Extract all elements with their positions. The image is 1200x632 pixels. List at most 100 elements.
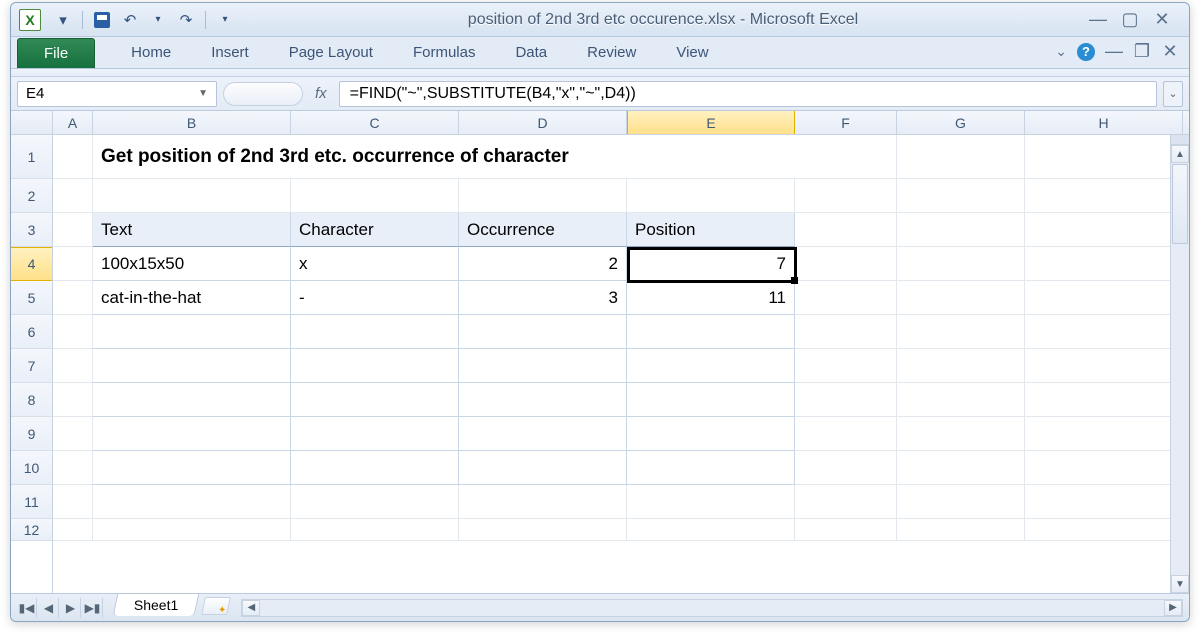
cell[interactable] bbox=[897, 485, 1025, 519]
split-handle[interactable] bbox=[1171, 135, 1189, 145]
cell[interactable] bbox=[459, 315, 627, 349]
cell[interactable] bbox=[897, 383, 1025, 417]
cell[interactable] bbox=[897, 417, 1025, 451]
vertical-scrollbar[interactable]: ▲ ▼ bbox=[1170, 135, 1189, 593]
undo-dropdown-icon[interactable]: ▾ bbox=[146, 8, 170, 32]
row-header-6[interactable]: 6 bbox=[11, 315, 52, 349]
fx-icon[interactable]: fx bbox=[309, 85, 333, 102]
cell[interactable] bbox=[93, 383, 291, 417]
cell[interactable] bbox=[459, 349, 627, 383]
help-icon[interactable]: ? bbox=[1077, 43, 1095, 61]
cell[interactable] bbox=[1025, 281, 1183, 315]
horizontal-scrollbar[interactable]: ◀ ▶ bbox=[241, 599, 1183, 617]
cell[interactable] bbox=[53, 383, 93, 417]
cell[interactable] bbox=[1025, 519, 1183, 541]
cell[interactable] bbox=[1025, 179, 1183, 213]
tab-file[interactable]: File bbox=[17, 38, 95, 68]
tab-view[interactable]: View bbox=[656, 38, 728, 68]
cell-char[interactable]: x bbox=[291, 247, 459, 281]
cell[interactable] bbox=[459, 417, 627, 451]
excel-logo[interactable]: X bbox=[19, 9, 41, 31]
col-header-F[interactable]: F bbox=[795, 111, 897, 134]
cell[interactable] bbox=[627, 519, 795, 541]
tab-data[interactable]: Data bbox=[495, 38, 567, 68]
row-header-10[interactable]: 10 bbox=[11, 451, 52, 485]
minimize-icon[interactable]: ― bbox=[1089, 9, 1107, 30]
col-header-H[interactable]: H bbox=[1025, 111, 1183, 134]
save-button[interactable] bbox=[90, 8, 114, 32]
cell[interactable] bbox=[93, 179, 291, 213]
cell[interactable] bbox=[53, 417, 93, 451]
close-icon[interactable]: ✕ bbox=[1153, 9, 1171, 30]
workbook-minimize-icon[interactable]: ― bbox=[1105, 41, 1123, 62]
sheet-nav-next-icon[interactable]: ▶ bbox=[61, 598, 81, 618]
cell[interactable] bbox=[93, 451, 291, 485]
cell[interactable] bbox=[897, 179, 1025, 213]
cell[interactable] bbox=[291, 349, 459, 383]
row-header-8[interactable]: 8 bbox=[11, 383, 52, 417]
cell[interactable] bbox=[53, 281, 93, 315]
heading-cell[interactable]: Get position of 2nd 3rd etc. occurrence … bbox=[93, 135, 795, 179]
cell[interactable] bbox=[1025, 417, 1183, 451]
cell[interactable] bbox=[795, 179, 897, 213]
row-header-9[interactable]: 9 bbox=[11, 417, 52, 451]
cell[interactable] bbox=[627, 349, 795, 383]
col-header-G[interactable]: G bbox=[897, 111, 1025, 134]
tab-insert[interactable]: Insert bbox=[191, 38, 269, 68]
cell[interactable] bbox=[897, 281, 1025, 315]
cell[interactable] bbox=[795, 417, 897, 451]
cell[interactable] bbox=[1025, 485, 1183, 519]
cell[interactable] bbox=[627, 451, 795, 485]
formula-input[interactable]: =FIND("~",SUBSTITUTE(B4,"x","~",D4)) bbox=[339, 81, 1157, 107]
cell[interactable] bbox=[53, 179, 93, 213]
cell[interactable] bbox=[1025, 349, 1183, 383]
cell[interactable] bbox=[291, 485, 459, 519]
cell[interactable] bbox=[53, 247, 93, 281]
cell[interactable] bbox=[93, 315, 291, 349]
workbook-close-icon[interactable]: ✕ bbox=[1161, 41, 1179, 62]
cell[interactable] bbox=[795, 451, 897, 485]
col-header-C[interactable]: C bbox=[291, 111, 459, 134]
scroll-up-icon[interactable]: ▲ bbox=[1171, 145, 1189, 163]
cell[interactable] bbox=[897, 247, 1025, 281]
redo-button[interactable]: ↷ bbox=[174, 8, 198, 32]
workbook-restore-icon[interactable]: ❐ bbox=[1133, 41, 1151, 62]
sheet-nav-prev-icon[interactable]: ◀ bbox=[39, 598, 59, 618]
cell[interactable] bbox=[795, 315, 897, 349]
tab-home[interactable]: Home bbox=[111, 38, 191, 68]
cell[interactable] bbox=[897, 135, 1025, 179]
cell[interactable] bbox=[53, 485, 93, 519]
cell[interactable] bbox=[897, 451, 1025, 485]
formula-expand-icon[interactable]: ⌄ bbox=[1163, 81, 1183, 107]
table-header-char[interactable]: Character bbox=[291, 213, 459, 247]
ribbon-minimize-icon[interactable]: ⌄ bbox=[1055, 43, 1067, 60]
cell[interactable] bbox=[291, 451, 459, 485]
cell[interactable] bbox=[897, 519, 1025, 541]
cell[interactable] bbox=[795, 247, 897, 281]
cell-occ[interactable]: 3 bbox=[459, 281, 627, 315]
qat-dropdown-icon[interactable]: ▾ bbox=[51, 8, 75, 32]
row-header-1[interactable]: 1 bbox=[11, 135, 52, 179]
undo-button[interactable]: ↶ bbox=[118, 8, 142, 32]
cell[interactable] bbox=[897, 315, 1025, 349]
cell[interactable] bbox=[795, 485, 897, 519]
new-sheet-button[interactable] bbox=[201, 597, 231, 615]
cell[interactable] bbox=[291, 519, 459, 541]
cell[interactable] bbox=[93, 417, 291, 451]
cell-text[interactable]: cat-in-the-hat bbox=[93, 281, 291, 315]
row-header-3[interactable]: 3 bbox=[11, 213, 52, 247]
cell[interactable] bbox=[93, 349, 291, 383]
row-header-12[interactable]: 12 bbox=[11, 519, 52, 541]
row-header-4[interactable]: 4 bbox=[11, 247, 52, 281]
scroll-left-icon[interactable]: ◀ bbox=[242, 600, 260, 616]
maximize-icon[interactable]: ▢ bbox=[1121, 9, 1139, 30]
tab-formulas[interactable]: Formulas bbox=[393, 38, 496, 68]
cell[interactable] bbox=[459, 451, 627, 485]
row-header-7[interactable]: 7 bbox=[11, 349, 52, 383]
formula-buttons[interactable] bbox=[223, 82, 303, 106]
table-header-pos[interactable]: Position bbox=[627, 213, 795, 247]
cell[interactable] bbox=[459, 485, 627, 519]
cell[interactable] bbox=[627, 383, 795, 417]
cell[interactable] bbox=[1025, 247, 1183, 281]
cell-occ[interactable]: 2 bbox=[459, 247, 627, 281]
